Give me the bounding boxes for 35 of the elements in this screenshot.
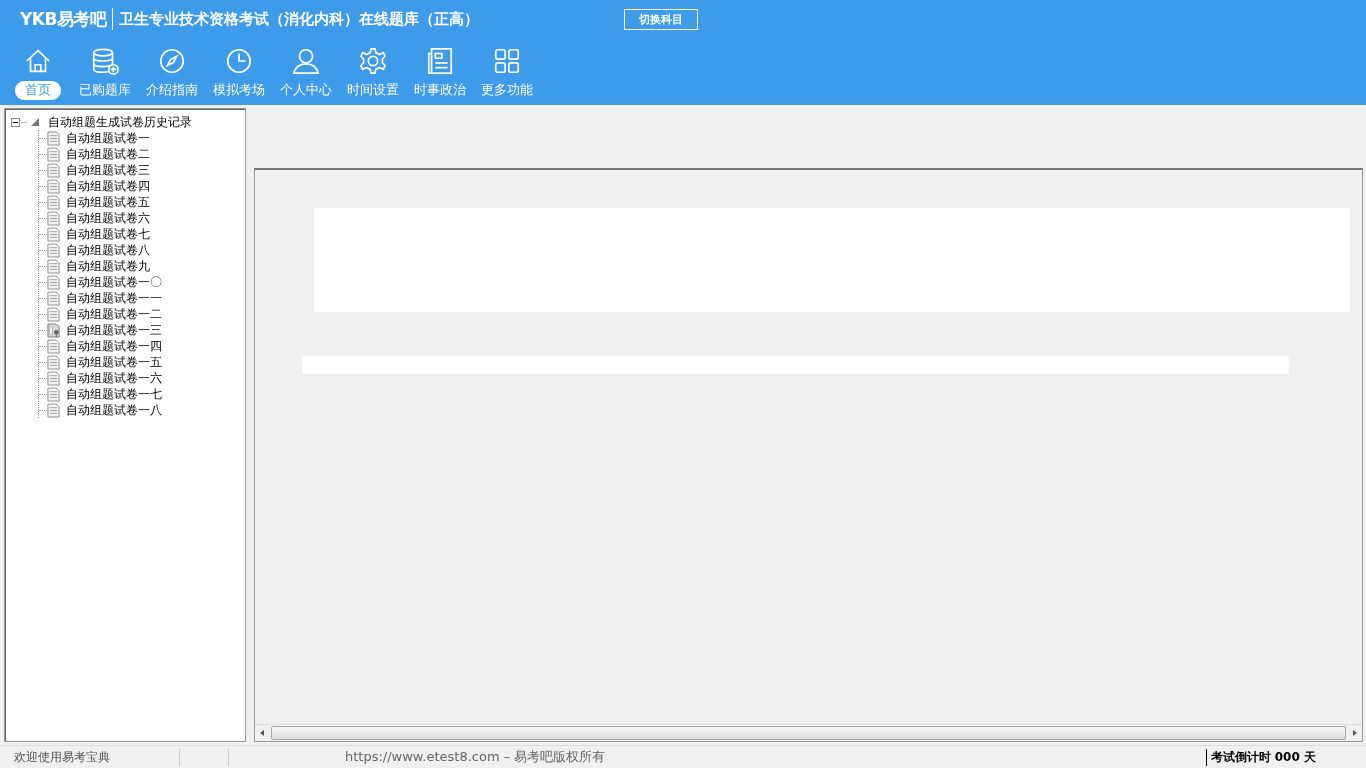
tree-item[interactable]: 自动组题试卷九 xyxy=(66,257,150,275)
tree-item[interactable]: 自动组题生成试卷历史记录 xyxy=(48,113,192,131)
collapse-icon[interactable] xyxy=(11,117,20,127)
tree-item[interactable]: 自动组题试卷五 xyxy=(66,193,150,211)
grid-icon[interactable] xyxy=(492,46,522,76)
tree-item[interactable]: 自动组题试卷一一 xyxy=(66,289,162,307)
clock-icon[interactable] xyxy=(224,46,254,76)
logo-text: YKB易考吧 xyxy=(20,7,107,31)
tree-item[interactable]: 自动组题试卷二 xyxy=(66,145,150,163)
app-title: 卫生专业技术资格考试（消化内科）在线题库（正高） xyxy=(119,9,480,29)
database-add-icon[interactable] xyxy=(90,46,120,76)
person-icon[interactable] xyxy=(291,46,321,76)
tree-item[interactable]: 自动组题试卷三 xyxy=(66,161,150,179)
welcome-text: 欢迎使用易考宝典 xyxy=(13,748,111,766)
tree-item[interactable]: 自动组题试卷四 xyxy=(66,177,150,195)
tree-item[interactable]: 自动组题试卷一五 xyxy=(66,353,162,371)
countdown-text: 考试倒计时 000 天 xyxy=(1205,748,1316,766)
tree-item[interactable]: 自动组题试卷一 xyxy=(66,129,150,147)
tree-item[interactable]: 自动组题试卷一三 xyxy=(66,321,162,339)
pinned-document-icon xyxy=(47,322,60,338)
gear-icon[interactable] xyxy=(358,46,388,76)
copyright-text: https://www.etest8.com – 易考吧版权所有 xyxy=(345,748,606,766)
triangle-icon xyxy=(30,117,40,127)
horizontal-scrollbar[interactable] xyxy=(255,724,1362,741)
tree-item[interactable]: 自动组题试卷七 xyxy=(66,225,150,243)
newspaper-icon[interactable] xyxy=(425,46,455,76)
compass-icon[interactable] xyxy=(157,46,187,76)
tree-item[interactable]: 自动组题试卷一八 xyxy=(66,401,162,419)
tree-item[interactable]: 自动组题试卷一四 xyxy=(66,337,162,355)
tree-item[interactable]: 自动组题试卷六 xyxy=(66,209,150,227)
tree-item[interactable]: 自动组题试卷一七 xyxy=(66,385,162,403)
tree-item[interactable]: 自动组题试卷一六 xyxy=(66,369,162,387)
tree-item[interactable]: 自动组题试卷一〇 xyxy=(66,273,162,291)
tree-item[interactable]: 自动组题试卷一二 xyxy=(66,305,162,323)
tree-item[interactable]: 自动组题试卷八 xyxy=(66,241,150,259)
